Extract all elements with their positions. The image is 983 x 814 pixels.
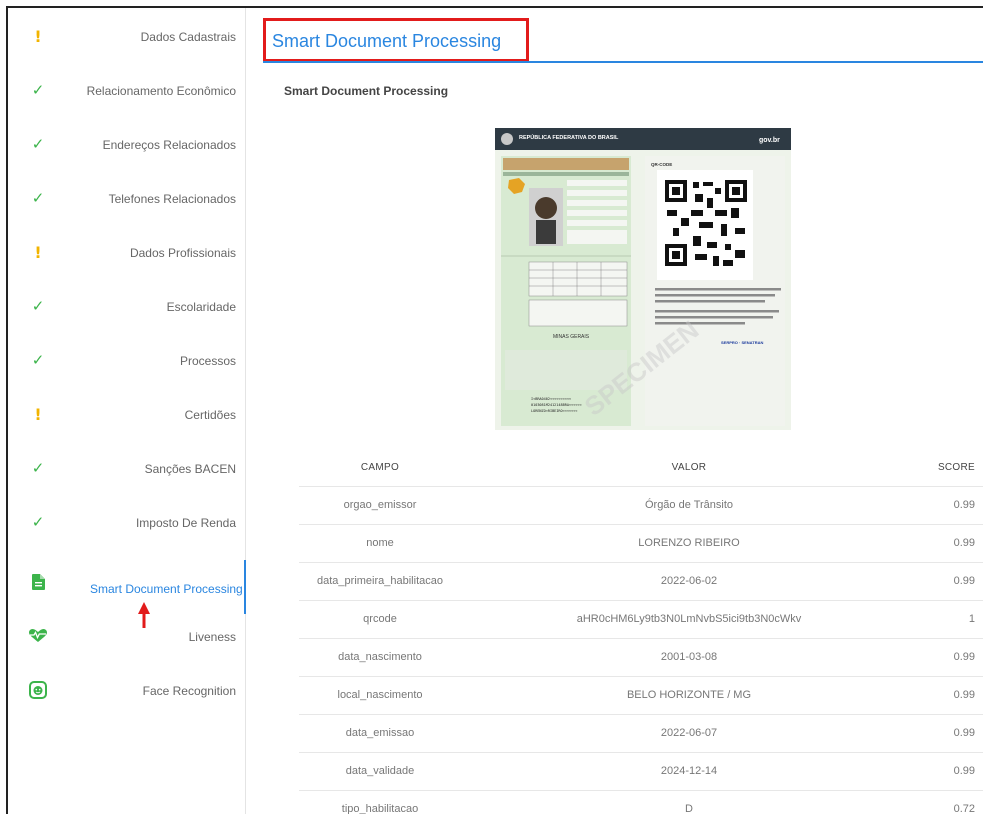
sidebar-item-label: Liveness xyxy=(188,630,236,644)
table-row: tipo_habilitacao D 0.72 xyxy=(299,789,983,814)
svg-text:0103081M2412148BRA<<<<<<: 0103081M2412148BRA<<<<<< xyxy=(531,403,582,407)
section-title: Smart Document Processing xyxy=(284,84,449,98)
cell-valor: 2022-06-07 xyxy=(461,713,917,752)
sidebar-item-label: Face Recognition xyxy=(142,684,236,698)
main-content: Smart Document Processing Smart Document… xyxy=(247,8,983,814)
sidebar-item-escolaridade[interactable]: ✓ Escolaridade xyxy=(8,284,246,338)
sidebar-item-label: Dados Cadastrais xyxy=(140,30,236,44)
table-row: data_nascimento 2001-03-08 0.99 xyxy=(299,637,983,676)
table-row: local_nascimento BELO HORIZONTE / MG 0.9… xyxy=(299,675,983,714)
sidebar-item-label: Relacionamento Econômico xyxy=(86,84,236,98)
red-arrow-annotation xyxy=(138,602,150,628)
document-icon xyxy=(28,572,48,592)
extraction-results-table: CAMPO VALOR SCORE orgao_emissor Órgão de… xyxy=(299,450,983,814)
cell-score: 0.99 xyxy=(917,751,983,790)
cell-campo: data_validade xyxy=(299,751,461,790)
cell-score: 0.99 xyxy=(917,637,983,676)
svg-text:LORENZO<RIBEIRO<<<<<<<: LORENZO<RIBEIRO<<<<<<< xyxy=(531,409,577,413)
svg-text:I<BRA0402<<<<<<<<<<: I<BRA0402<<<<<<<<<< xyxy=(531,397,571,401)
check-icon: ✓ xyxy=(31,513,45,531)
document-state: MINAS GERAIS xyxy=(553,334,590,340)
sidebar-item-label: Dados Profissionais xyxy=(129,246,236,260)
tab-underline xyxy=(263,61,983,63)
document-image: REPÚBLICA FEDERATIVA DO BRASIL gov.br MI… xyxy=(495,128,791,430)
check-icon: ✓ xyxy=(31,297,45,315)
cell-score: 1 xyxy=(917,599,983,638)
check-icon: ✓ xyxy=(31,135,45,153)
tab-title: Smart Document Processing xyxy=(272,31,502,51)
cell-valor: 2022-06-02 xyxy=(461,561,917,600)
table-row: qrcode aHR0cHM6Ly9tb3N0LmNvbS5ici9tb3N0c… xyxy=(299,599,983,638)
sidebar-item-sancoes-bacen[interactable]: ✓ Sanções BACEN xyxy=(8,446,246,500)
govbr-logo: gov.br xyxy=(759,137,780,144)
column-header-campo: CAMPO xyxy=(360,462,400,474)
sidebar-item-relacionamento-economico[interactable]: ✓ Relacionamento Econômico xyxy=(8,68,246,122)
table-row: data_emissao 2022-06-07 0.99 xyxy=(299,713,983,752)
document-header-text: REPÚBLICA FEDERATIVA DO BRASIL xyxy=(519,134,619,141)
cell-valor: BELO HORIZONTE / MG xyxy=(461,675,917,714)
cell-valor: 2024-12-14 xyxy=(461,751,917,790)
cell-valor: D xyxy=(461,789,917,814)
cell-campo: nome xyxy=(299,523,461,562)
cell-campo: orgao_emissor xyxy=(299,485,461,524)
check-icon: ✓ xyxy=(31,189,45,207)
warning-icon: ! xyxy=(34,26,42,46)
check-icon: ✓ xyxy=(31,351,45,369)
sidebar-item-telefones[interactable]: ✓ Telefones Relacionados xyxy=(8,176,246,230)
cell-campo: qrcode xyxy=(299,599,461,638)
cell-campo: data_emissao xyxy=(299,713,461,752)
sidebar-item-label: Escolaridade xyxy=(166,300,236,314)
heartbeat-icon xyxy=(28,626,48,646)
column-header-score: SCORE xyxy=(937,462,975,474)
table-row: orgao_emissor Órgão de Trânsito 0.99 xyxy=(299,485,983,524)
sidebar-item-processos[interactable]: ✓ Processos xyxy=(8,338,246,392)
cell-score: 0.99 xyxy=(917,713,983,752)
sidebar-item-dados-cadastrais[interactable]: ! Dados Cadastrais xyxy=(8,14,246,68)
sidebar-item-label: Certidões xyxy=(184,408,236,422)
sidebar-item-label: Smart Document Processing xyxy=(90,582,243,596)
cell-campo: data_nascimento xyxy=(299,637,461,676)
cell-valor: aHR0cHM6Ly9tb3N0LmNvbS5ici9tb3N0cWkv xyxy=(461,599,917,638)
sidebar-item-certidoes[interactable]: ! Certidões xyxy=(8,392,246,446)
face-scan-icon xyxy=(28,680,48,700)
app-frame: ! Dados Cadastrais ✓ Relacionamento Econ… xyxy=(6,6,983,814)
sidebar-item-label: Endereços Relacionados xyxy=(102,138,236,152)
table-row: data_validade 2024-12-14 0.99 xyxy=(299,751,983,790)
warning-icon: ! xyxy=(34,242,42,262)
cell-valor: 2001-03-08 xyxy=(461,637,917,676)
sidebar-item-label: Imposto De Renda xyxy=(135,516,236,530)
cell-valor: Órgão de Trânsito xyxy=(461,485,917,524)
sidebar-item-label: Processos xyxy=(179,354,236,368)
sidebar-item-imposto-de-renda[interactable]: ✓ Imposto De Renda xyxy=(8,500,246,554)
column-header-valor: VALOR xyxy=(671,462,707,474)
cell-score: 0.99 xyxy=(917,523,983,562)
issuer-footer: SERPRO · SENATRAN xyxy=(721,340,763,345)
check-icon: ✓ xyxy=(31,81,45,99)
table-row: nome LORENZO RIBEIRO 0.99 xyxy=(299,523,983,562)
cell-score: 0.72 xyxy=(917,789,983,814)
cell-score: 0.99 xyxy=(917,675,983,714)
sidebar-item-label: Telefones Relacionados xyxy=(108,192,236,206)
sidebar-item-face-recognition[interactable]: Face Recognition xyxy=(8,668,246,722)
cell-valor: LORENZO RIBEIRO xyxy=(461,523,917,562)
sidebar-item-enderecos[interactable]: ✓ Endereços Relacionados xyxy=(8,122,246,176)
warning-icon: ! xyxy=(34,404,42,424)
sidebar: ! Dados Cadastrais ✓ Relacionamento Econ… xyxy=(8,8,246,814)
qr-label: QR-CODE xyxy=(651,162,672,167)
sidebar-item-label: Sanções BACEN xyxy=(144,462,236,476)
sidebar-item-liveness[interactable]: Liveness xyxy=(8,614,246,668)
check-icon: ✓ xyxy=(31,459,45,477)
sidebar-item-dados-profissionais[interactable]: ! Dados Profissionais xyxy=(8,230,246,284)
cell-campo: tipo_habilitacao xyxy=(299,789,461,814)
cell-score: 0.99 xyxy=(917,485,983,524)
cell-campo: local_nascimento xyxy=(299,675,461,714)
sidebar-item-smart-document-processing[interactable]: Smart Document Processing xyxy=(8,560,246,614)
table-header-row: CAMPO VALOR SCORE xyxy=(299,450,983,486)
cell-campo: data_primeira_habilitacao xyxy=(299,561,461,600)
cell-score: 0.99 xyxy=(917,561,983,600)
table-row: data_primeira_habilitacao 2022-06-02 0.9… xyxy=(299,561,983,600)
tab-smart-document-processing[interactable]: Smart Document Processing xyxy=(263,18,529,62)
